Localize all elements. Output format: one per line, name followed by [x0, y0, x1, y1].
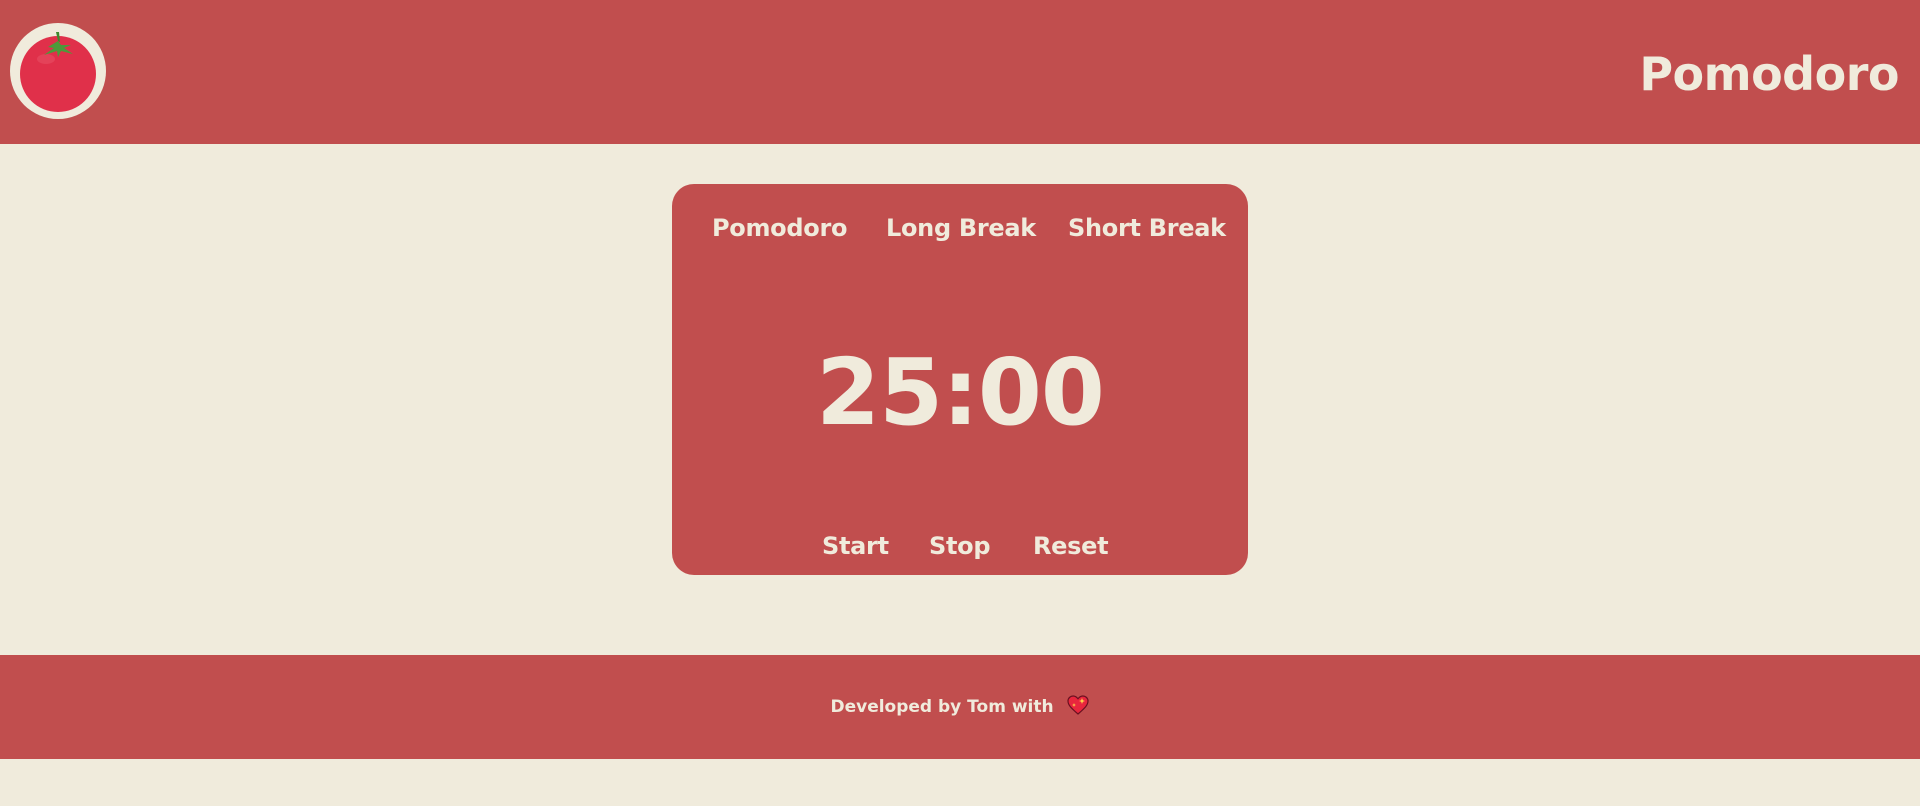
timer-display: 25:00	[816, 339, 1105, 446]
sparkling-heart-icon	[1066, 695, 1089, 715]
tab-pomodoro[interactable]: Pomodoro	[712, 212, 847, 244]
footer-text: Developed by Tom with	[830, 697, 1054, 717]
tomato-icon	[10, 23, 106, 119]
footer-credit: Developed by Tom with	[0, 695, 1920, 719]
start-button[interactable]: Start	[822, 530, 889, 562]
tab-short-break[interactable]: Short Break	[1068, 212, 1226, 244]
reset-button[interactable]: Reset	[1033, 530, 1109, 562]
app-header: Pomodoro	[0, 0, 1920, 144]
tab-long-break[interactable]: Long Break	[886, 212, 1036, 244]
app-title: Pomodoro	[1639, 47, 1899, 101]
stop-button[interactable]: Stop	[929, 530, 991, 562]
